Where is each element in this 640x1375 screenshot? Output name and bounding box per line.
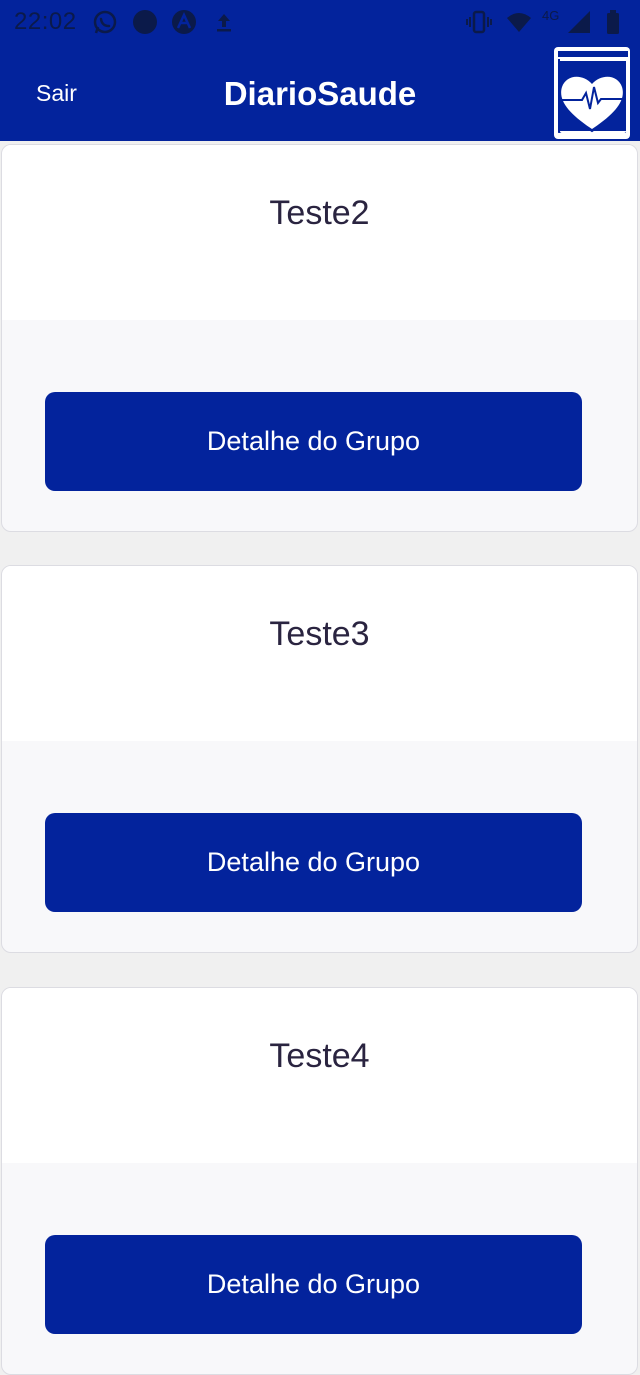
group-name: Teste2 [269, 194, 370, 232]
battery-icon [607, 10, 619, 34]
network-type: 4G [542, 8, 560, 23]
group-name: Teste3 [269, 615, 370, 653]
app-title: DiarioSaude [223, 75, 417, 112]
group-detail-button[interactable]: Detalhe do Grupo [45, 813, 582, 912]
vibrate-icon [466, 10, 492, 34]
group-card-header: Teste2 [2, 145, 637, 320]
status-bar: 22:02 4G [0, 0, 640, 44]
group-card-header: Teste4 [2, 988, 637, 1163]
group-card: Teste4 Detalhe do Grupo [1, 987, 638, 1375]
wifi-icon [507, 13, 531, 32]
heart-book-logo [554, 47, 630, 139]
circle-notification-icon [133, 10, 157, 34]
upload-icon [217, 14, 231, 32]
group-card: Teste3 Detalhe do Grupo [1, 565, 638, 953]
app-bar: Sair DiarioSaude [0, 44, 640, 141]
app-a-icon [172, 10, 196, 34]
group-detail-button[interactable]: Detalhe do Grupo [45, 1235, 582, 1334]
whatsapp-icon [93, 10, 117, 34]
group-detail-button[interactable]: Detalhe do Grupo [45, 392, 582, 491]
status-time: 22:02 [14, 8, 77, 35]
group-card: Teste2 Detalhe do Grupo [1, 144, 638, 532]
group-card-header: Teste3 [2, 566, 637, 741]
signal-icon [568, 11, 590, 33]
group-name: Teste4 [269, 1037, 370, 1075]
